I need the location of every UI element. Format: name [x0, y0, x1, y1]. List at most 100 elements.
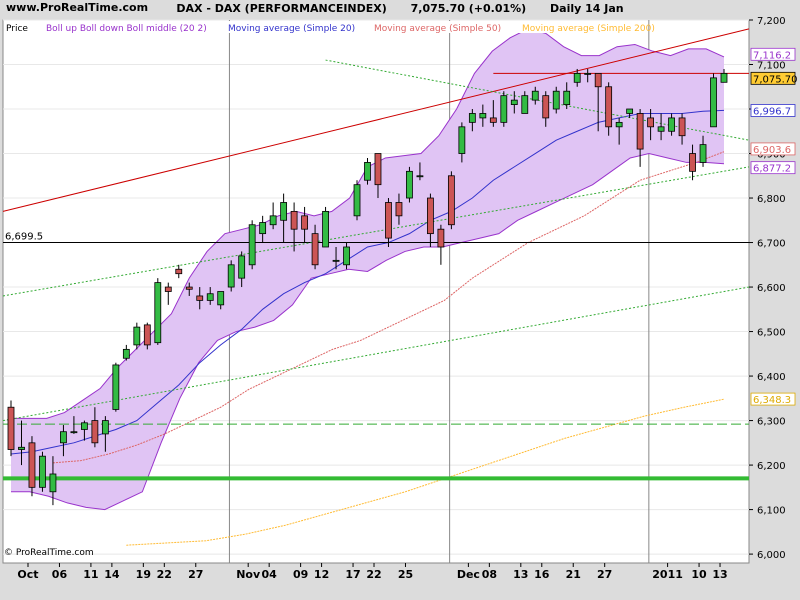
candle-body	[657, 126, 665, 132]
value-label: 6,903.6	[753, 145, 791, 156]
candle-body	[479, 113, 487, 119]
candle-body	[70, 431, 78, 434]
y-tick-label: 6,300	[757, 417, 786, 428]
x-tick-label: 19	[136, 568, 151, 581]
x-tick-label: 2011	[652, 568, 683, 581]
candle-body	[468, 113, 476, 123]
x-tick-label: 27	[188, 568, 203, 581]
candle-body	[447, 175, 455, 226]
candle-body	[80, 422, 88, 430]
x-tick-label: 10	[691, 568, 707, 581]
candle-body	[615, 121, 623, 128]
candle-body	[689, 153, 696, 172]
x-tick-label: Nov	[236, 568, 261, 581]
candle	[447, 171, 455, 230]
x-tick-label: 06	[52, 568, 68, 581]
candle-body	[217, 291, 225, 306]
candle-body	[101, 420, 109, 435]
candle-body	[605, 86, 613, 128]
x-tick-label: 25	[398, 568, 413, 581]
value-label: 6,877.2	[753, 164, 791, 175]
y-axis: 7,2007,1007,0006,9006,8006,7006,6006,500…	[749, 16, 786, 561]
candle-body	[542, 95, 550, 119]
candle-body	[185, 286, 193, 290]
candle	[322, 206, 329, 248]
candle-body	[91, 420, 99, 444]
y-tick-label: 6,500	[757, 328, 786, 339]
candle	[406, 166, 413, 203]
y-tick-label: 6,100	[757, 506, 786, 517]
x-tick-label: Dec	[457, 568, 480, 581]
candle-body	[332, 259, 340, 262]
x-tick-label: 12	[314, 568, 329, 581]
candle-body	[60, 431, 67, 444]
candle-body	[196, 295, 204, 301]
y-tick-label: 6,000	[757, 550, 786, 561]
candle	[500, 91, 508, 127]
x-tick-label: 27	[597, 568, 612, 581]
candle-body	[458, 126, 466, 154]
candle-body	[584, 73, 592, 75]
x-tick-label: 04	[262, 568, 278, 581]
candle	[112, 362, 120, 412]
candle-body	[678, 117, 686, 137]
horizontal-line-label: 6,699.5	[5, 232, 43, 243]
y-tick-label: 6,600	[757, 283, 786, 294]
candle-body	[133, 326, 141, 346]
candle-body	[343, 246, 350, 266]
candle	[154, 278, 162, 345]
candle-body	[238, 255, 246, 279]
candle-body	[500, 95, 508, 123]
x-tick-label: 22	[366, 568, 381, 581]
x-tick-label: 13	[712, 568, 727, 581]
candle	[39, 451, 46, 492]
x-axis: Oct 06 11 14 19 22 27 Nov 04 09 12 17 22 25 Dec 08 13 16 2…	[17, 563, 728, 581]
candle-body	[364, 162, 371, 181]
candle-body	[248, 224, 256, 266]
value-label: 6,996.7	[753, 106, 791, 117]
candle-body	[699, 144, 707, 163]
candle-body	[594, 73, 602, 88]
x-tick-label: 14	[104, 568, 120, 581]
value-label: 7,075.70	[753, 74, 798, 85]
candle-body	[18, 446, 25, 450]
candle	[710, 73, 717, 128]
candle-body	[112, 364, 120, 410]
candle-body	[636, 113, 644, 150]
legend: Price Boll up Boll down Boll middle (20 …	[4, 21, 655, 34]
legend-ma200: Moving average (Simple 200)	[522, 24, 655, 34]
chart-canvas: 7,2007,1007,0006,9006,8006,7006,6006,500…	[2, 16, 798, 581]
candle-body	[573, 73, 581, 83]
value-label: 7,116.2	[753, 50, 791, 61]
candle-body	[385, 202, 392, 239]
x-tick-label: 21	[566, 568, 581, 581]
candle-body	[143, 324, 151, 346]
candle-body	[647, 117, 655, 128]
x-tick-label: 16	[534, 568, 550, 581]
candle	[248, 220, 256, 270]
candle-body	[269, 215, 277, 226]
y-tick-label: 7,200	[757, 16, 786, 27]
legend-price: Price	[6, 24, 28, 34]
candle	[7, 400, 15, 457]
candle-body	[39, 455, 46, 488]
value-label: 6,348.3	[753, 395, 791, 406]
x-tick-label: 11	[83, 568, 98, 581]
legend-boll: Boll up Boll down Boll middle (20 2)	[46, 24, 207, 34]
x-tick-label: Oct	[17, 568, 38, 581]
candle-body	[7, 406, 15, 450]
candle-body	[626, 108, 634, 114]
candle	[28, 436, 36, 497]
copyright: © ProRealTime.com	[4, 548, 94, 558]
candle-body	[668, 117, 675, 132]
candle-body	[154, 282, 162, 344]
candle-body	[552, 90, 560, 110]
candle-body	[489, 117, 497, 123]
candle-body	[206, 293, 214, 301]
candle-body	[28, 442, 36, 488]
candle-body	[122, 348, 130, 359]
candle-body	[406, 170, 413, 199]
candle-body	[531, 90, 539, 101]
y-tick-label: 6,400	[757, 372, 786, 383]
candle-body	[510, 99, 518, 105]
